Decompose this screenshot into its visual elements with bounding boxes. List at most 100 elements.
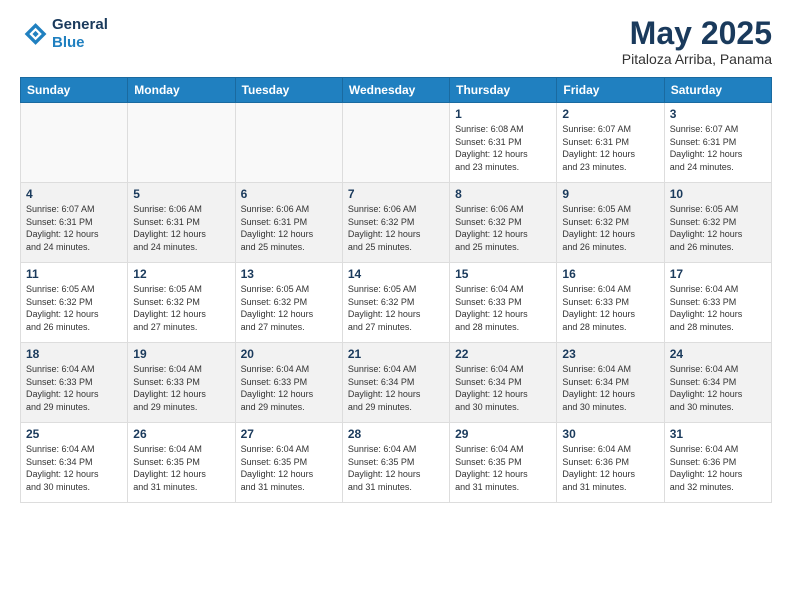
- weekday-friday: Friday: [557, 78, 664, 103]
- day-info: Sunrise: 6:04 AM Sunset: 6:35 PM Dayligh…: [241, 443, 337, 493]
- day-number: 12: [133, 267, 229, 281]
- day-cell: [235, 103, 342, 183]
- day-number: 13: [241, 267, 337, 281]
- week-row-1: 1 Sunrise: 6:08 AM Sunset: 6:31 PM Daylig…: [21, 103, 772, 183]
- day-info: Sunrise: 6:04 AM Sunset: 6:36 PM Dayligh…: [670, 443, 766, 493]
- weekday-wednesday: Wednesday: [342, 78, 449, 103]
- day-info: Sunrise: 6:07 AM Sunset: 6:31 PM Dayligh…: [670, 123, 766, 173]
- day-info: Sunrise: 6:04 AM Sunset: 6:35 PM Dayligh…: [455, 443, 551, 493]
- weekday-thursday: Thursday: [450, 78, 557, 103]
- week-row-2: 4 Sunrise: 6:07 AM Sunset: 6:31 PM Daylig…: [21, 183, 772, 263]
- day-cell: 16Sunrise: 6:04 AM Sunset: 6:33 PM Dayli…: [557, 263, 664, 343]
- day-info: Sunrise: 6:05 AM Sunset: 6:32 PM Dayligh…: [133, 283, 229, 333]
- day-cell: 26 Sunrise: 6:04 AM Sunset: 6:35 PM Dayli…: [128, 423, 235, 503]
- day-cell: 25 Sunrise: 6:04 AM Sunset: 6:34 PM Dayli…: [21, 423, 128, 503]
- day-cell: 11 Sunrise: 6:05 AM Sunset: 6:32 PM Dayli…: [21, 263, 128, 343]
- day-number: 8: [455, 187, 551, 201]
- day-info: Sunrise: 6:04 AM Sunset: 6:35 PM Dayligh…: [348, 443, 444, 493]
- day-number: 28: [348, 427, 444, 441]
- day-info: Sunrise: 6:04 AM Sunset: 6:34 PM Dayligh…: [348, 363, 444, 413]
- header: General Blue May 2025 Pitaloza Arriba, P…: [20, 16, 772, 67]
- logo: General Blue: [20, 16, 108, 52]
- day-number: 2: [562, 107, 658, 121]
- logo-icon: [20, 20, 48, 48]
- day-cell: [21, 103, 128, 183]
- day-number: 5: [133, 187, 229, 201]
- day-info: Sunrise: 6:04 AM Sunset: 6:36 PM Dayligh…: [562, 443, 658, 493]
- day-cell: 13 Sunrise: 6:05 AM Sunset: 6:32 PM Dayli…: [235, 263, 342, 343]
- day-info: Sunrise: 6:04 AM Sunset: 6:35 PM Dayligh…: [133, 443, 229, 493]
- day-info: Sunrise: 6:05 AM Sunset: 6:32 PM Dayligh…: [26, 283, 122, 333]
- day-number: 7: [348, 187, 444, 201]
- day-cell: 3 Sunrise: 6:07 AM Sunset: 6:31 PM Daylig…: [664, 103, 771, 183]
- day-cell: 27 Sunrise: 6:04 AM Sunset: 6:35 PM Dayli…: [235, 423, 342, 503]
- day-info: Sunrise: 6:05 AM Sunset: 6:32 PM Dayligh…: [241, 283, 337, 333]
- day-number: 10: [670, 187, 766, 201]
- day-number: 27: [241, 427, 337, 441]
- day-cell: 22Sunrise: 6:04 AM Sunset: 6:34 PM Dayli…: [450, 343, 557, 423]
- day-number: 31: [670, 427, 766, 441]
- day-cell: 10 Sunrise: 6:05 AM Sunset: 6:32 PM Dayli…: [664, 183, 771, 263]
- weekday-header-row: SundayMondayTuesdayWednesdayThursdayFrid…: [21, 78, 772, 103]
- day-info: Sunrise: 6:07 AM Sunset: 6:31 PM Dayligh…: [26, 203, 122, 253]
- day-number: 21: [348, 347, 444, 361]
- day-cell: 4 Sunrise: 6:07 AM Sunset: 6:31 PM Daylig…: [21, 183, 128, 263]
- day-number: 1: [455, 107, 551, 121]
- weekday-tuesday: Tuesday: [235, 78, 342, 103]
- week-row-5: 25 Sunrise: 6:04 AM Sunset: 6:34 PM Dayli…: [21, 423, 772, 503]
- day-info: Sunrise: 6:04 AM Sunset: 6:34 PM Dayligh…: [670, 363, 766, 413]
- page: General Blue May 2025 Pitaloza Arriba, P…: [0, 0, 792, 612]
- day-info: Sunrise: 6:04 AM Sunset: 6:33 PM Dayligh…: [562, 283, 658, 333]
- day-number: 3: [670, 107, 766, 121]
- weekday-sunday: Sunday: [21, 78, 128, 103]
- day-number: 26: [133, 427, 229, 441]
- week-row-3: 11 Sunrise: 6:05 AM Sunset: 6:32 PM Dayli…: [21, 263, 772, 343]
- day-cell: 28 Sunrise: 6:04 AM Sunset: 6:35 PM Dayli…: [342, 423, 449, 503]
- day-cell: 15 Sunrise: 6:04 AM Sunset: 6:33 PM Dayli…: [450, 263, 557, 343]
- day-info: Sunrise: 6:04 AM Sunset: 6:33 PM Dayligh…: [455, 283, 551, 333]
- day-cell: 12 Sunrise: 6:05 AM Sunset: 6:32 PM Dayli…: [128, 263, 235, 343]
- calendar: SundayMondayTuesdayWednesdayThursdayFrid…: [20, 77, 772, 503]
- day-cell: [342, 103, 449, 183]
- day-number: 9: [562, 187, 658, 201]
- day-cell: 24 Sunrise: 6:04 AM Sunset: 6:34 PM Dayli…: [664, 343, 771, 423]
- day-info: Sunrise: 6:06 AM Sunset: 6:31 PM Dayligh…: [133, 203, 229, 253]
- weekday-saturday: Saturday: [664, 78, 771, 103]
- day-number: 30: [562, 427, 658, 441]
- day-cell: 8 Sunrise: 6:06 AM Sunset: 6:32 PM Daylig…: [450, 183, 557, 263]
- day-number: 4: [26, 187, 122, 201]
- main-title: May 2025: [622, 16, 772, 51]
- day-number: 14: [348, 267, 444, 281]
- day-number: 22: [455, 347, 551, 361]
- day-cell: 31 Sunrise: 6:04 AM Sunset: 6:36 PM Dayli…: [664, 423, 771, 503]
- day-cell: 9 Sunrise: 6:05 AM Sunset: 6:32 PM Daylig…: [557, 183, 664, 263]
- day-info: Sunrise: 6:08 AM Sunset: 6:31 PM Dayligh…: [455, 123, 551, 173]
- day-info: Sunrise: 6:04 AM Sunset: 6:33 PM Dayligh…: [26, 363, 122, 413]
- day-number: 20: [241, 347, 337, 361]
- day-cell: 30 Sunrise: 6:04 AM Sunset: 6:36 PM Dayli…: [557, 423, 664, 503]
- weekday-monday: Monday: [128, 78, 235, 103]
- day-info: Sunrise: 6:04 AM Sunset: 6:33 PM Dayligh…: [241, 363, 337, 413]
- day-number: 15: [455, 267, 551, 281]
- day-number: 11: [26, 267, 122, 281]
- day-info: Sunrise: 6:05 AM Sunset: 6:32 PM Dayligh…: [348, 283, 444, 333]
- day-info: Sunrise: 6:05 AM Sunset: 6:32 PM Dayligh…: [562, 203, 658, 253]
- title-block: May 2025 Pitaloza Arriba, Panama: [622, 16, 772, 67]
- day-info: Sunrise: 6:04 AM Sunset: 6:34 PM Dayligh…: [562, 363, 658, 413]
- day-number: 25: [26, 427, 122, 441]
- day-info: Sunrise: 6:05 AM Sunset: 6:32 PM Dayligh…: [670, 203, 766, 253]
- day-cell: 23Sunrise: 6:04 AM Sunset: 6:34 PM Dayli…: [557, 343, 664, 423]
- day-info: Sunrise: 6:06 AM Sunset: 6:32 PM Dayligh…: [455, 203, 551, 253]
- day-number: 29: [455, 427, 551, 441]
- day-info: Sunrise: 6:06 AM Sunset: 6:32 PM Dayligh…: [348, 203, 444, 253]
- day-cell: 18Sunrise: 6:04 AM Sunset: 6:33 PM Dayli…: [21, 343, 128, 423]
- day-info: Sunrise: 6:04 AM Sunset: 6:34 PM Dayligh…: [26, 443, 122, 493]
- day-number: 19: [133, 347, 229, 361]
- day-number: 17: [670, 267, 766, 281]
- day-number: 24: [670, 347, 766, 361]
- day-number: 6: [241, 187, 337, 201]
- day-cell: 2Sunrise: 6:07 AM Sunset: 6:31 PM Daylig…: [557, 103, 664, 183]
- subtitle: Pitaloza Arriba, Panama: [622, 51, 772, 67]
- day-cell: 21 Sunrise: 6:04 AM Sunset: 6:34 PM Dayli…: [342, 343, 449, 423]
- day-cell: 20 Sunrise: 6:04 AM Sunset: 6:33 PM Dayli…: [235, 343, 342, 423]
